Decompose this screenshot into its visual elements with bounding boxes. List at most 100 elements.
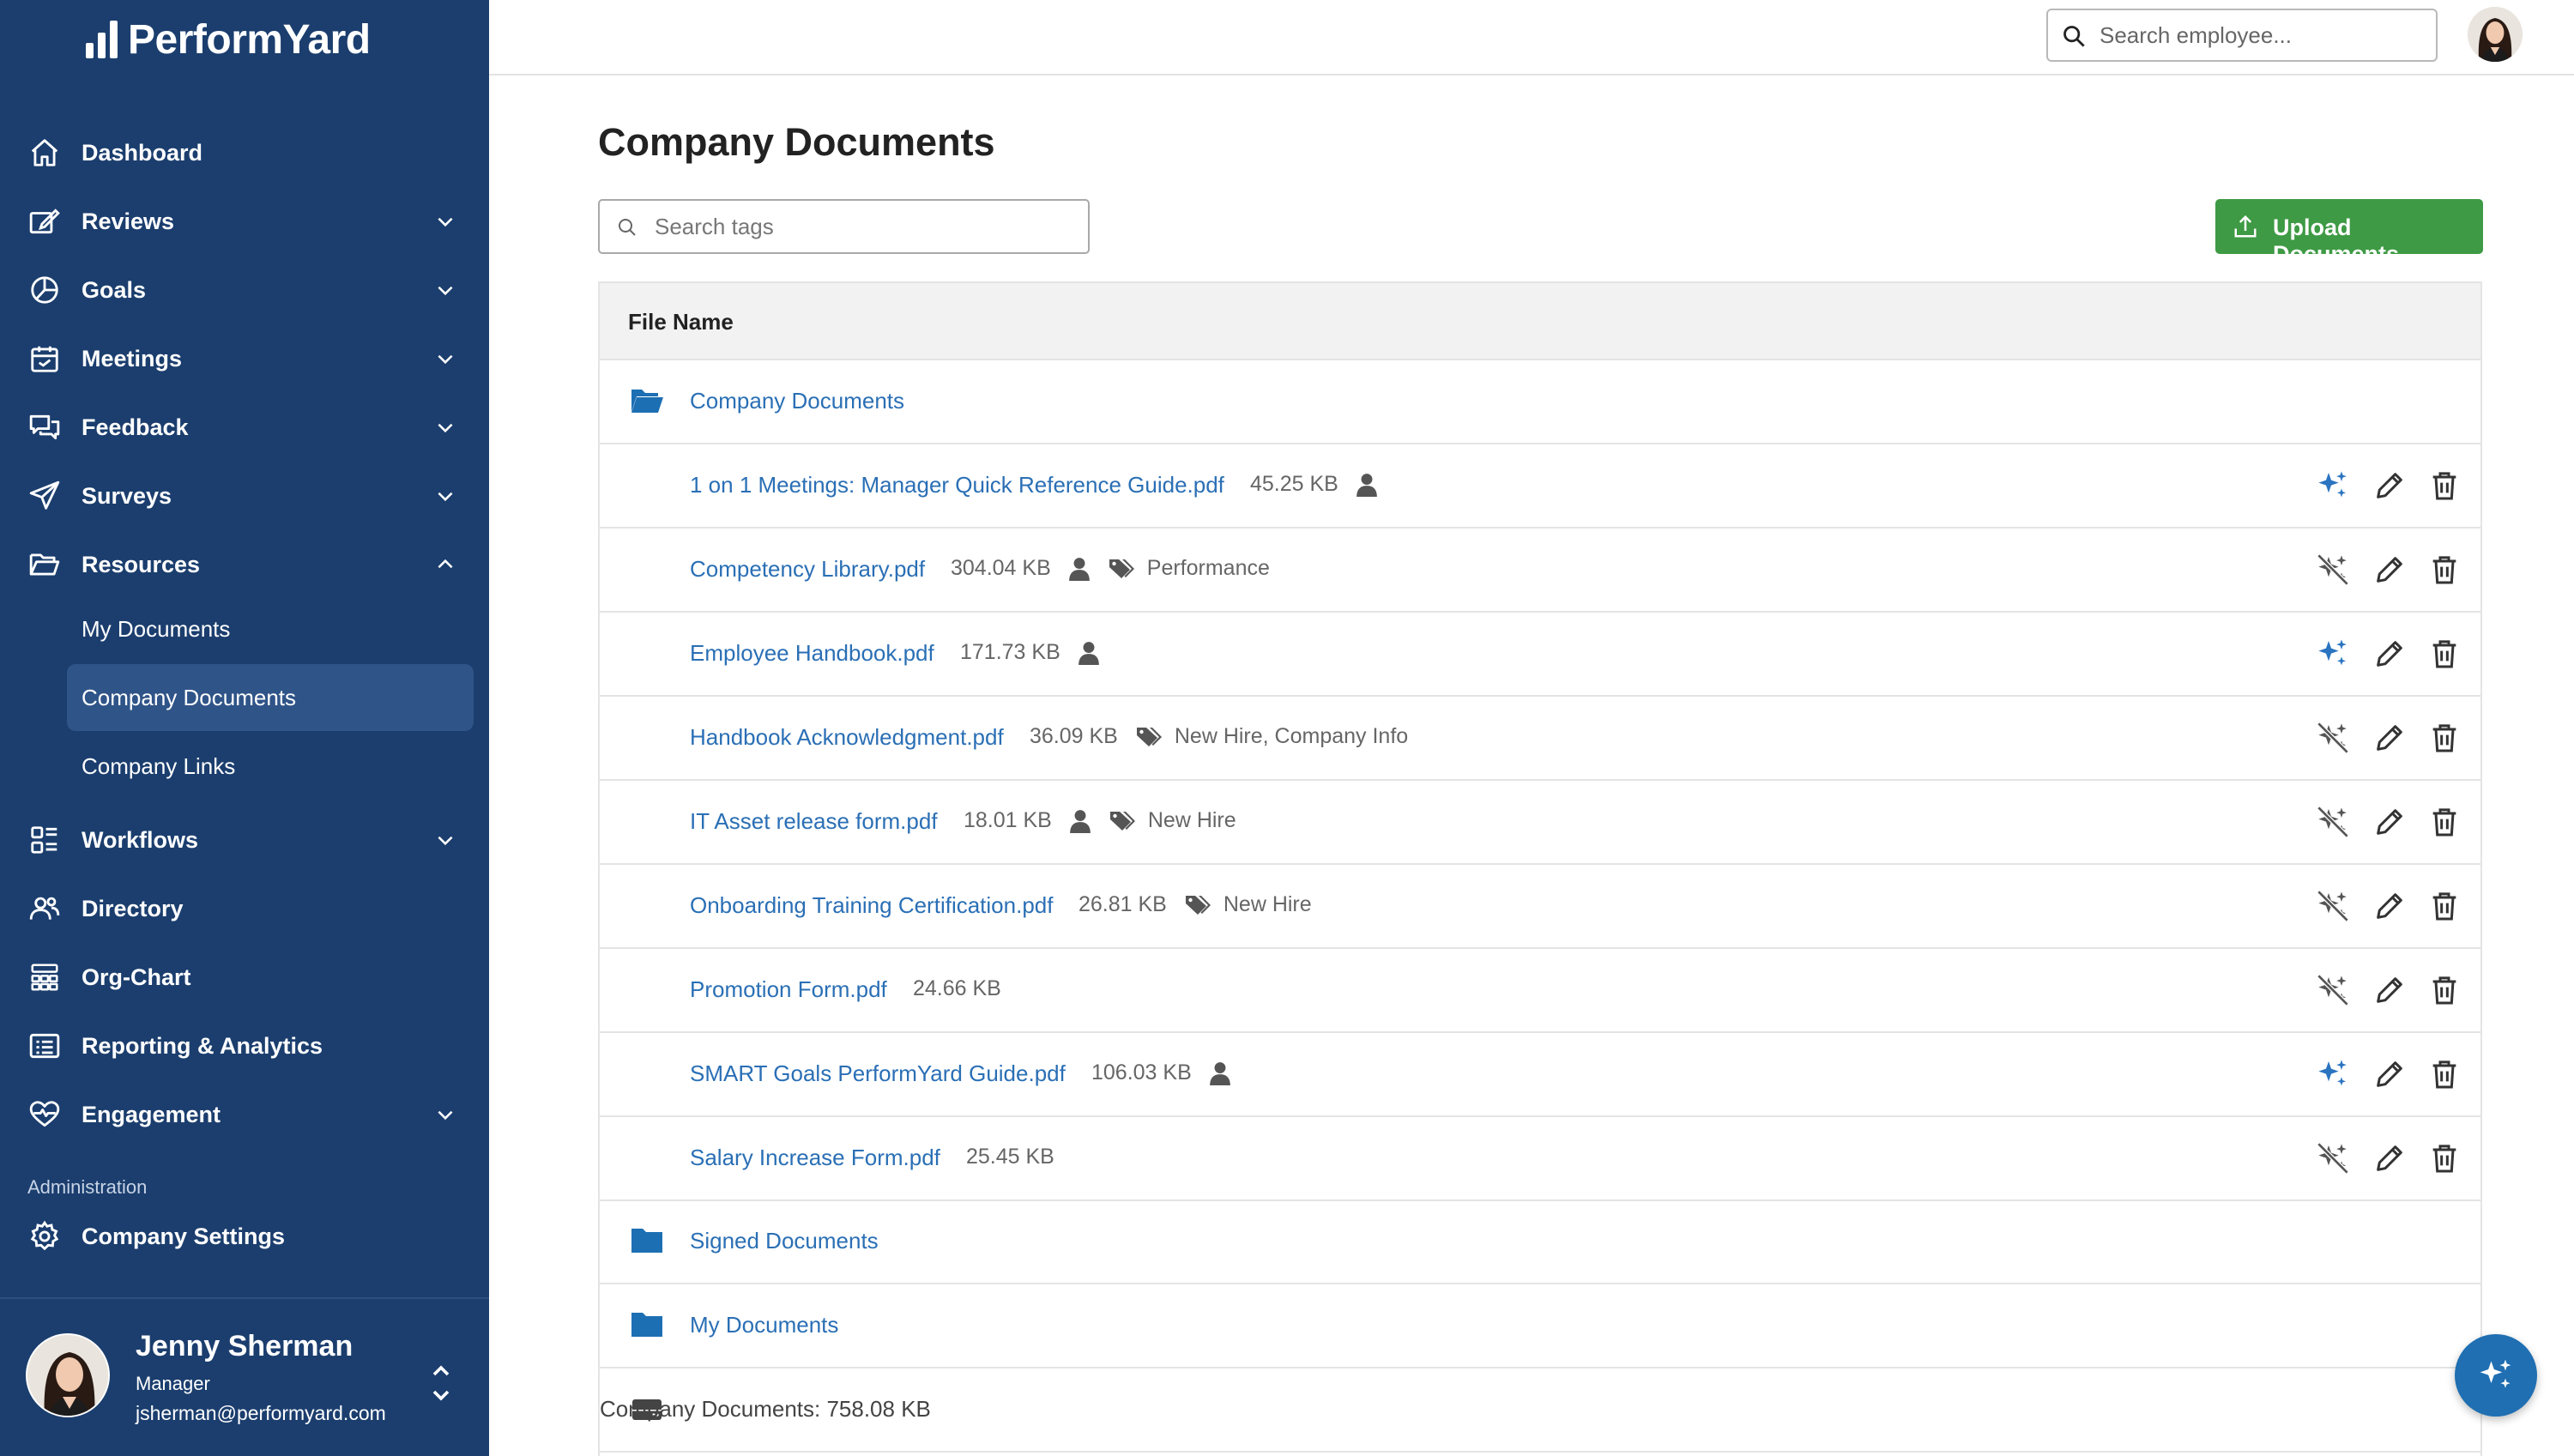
pencil-icon[interactable] <box>2372 889 2407 923</box>
file-name-link[interactable]: Promotion Form.pdf <box>690 976 887 1003</box>
brand-name: PerformYard <box>128 16 371 63</box>
file-name-link[interactable]: 1 on 1 Meetings: Manager Quick Reference… <box>690 472 1224 498</box>
nav-item-goals[interactable]: Goals <box>0 263 489 317</box>
ai-sparkle-icon[interactable] <box>2316 1057 2350 1091</box>
pencil-icon[interactable] <box>2372 1141 2407 1175</box>
trash-icon[interactable] <box>2427 973 2462 1007</box>
trash-icon[interactable] <box>2427 553 2462 587</box>
table-row[interactable]: Onboarding Training Certification.pdf 26.… <box>600 865 2480 949</box>
ai-sparkle-off-icon[interactable] <box>2316 1141 2350 1175</box>
file-name-link[interactable]: Onboarding Training Certification.pdf <box>690 892 1053 919</box>
folder-row-my-documents[interactable]: My Documents <box>600 1284 2480 1368</box>
nav-item-directory[interactable]: Directory <box>0 882 489 935</box>
storage-usage-row: Company Documents: 758.08 KB <box>600 1368 2480 1453</box>
trash-icon[interactable] <box>2427 1057 2462 1091</box>
trash-icon[interactable] <box>2427 468 2462 503</box>
file-name-link[interactable]: Handbook Acknowledgment.pdf <box>690 724 1004 751</box>
ai-sparkle-off-icon[interactable] <box>2316 553 2350 587</box>
chevron-down-icon[interactable] <box>434 279 456 301</box>
edit-square-icon <box>28 205 61 238</box>
avatar[interactable] <box>26 1333 110 1417</box>
employee-search-input[interactable] <box>2100 10 2426 60</box>
avatar[interactable] <box>2468 7 2523 62</box>
pencil-icon[interactable] <box>2372 721 2407 755</box>
nav-item-meetings[interactable]: Meetings <box>0 332 489 385</box>
table-row[interactable]: Handbook Acknowledgment.pdf 36.09 KB New H… <box>600 697 2480 781</box>
ai-sparkle-off-icon[interactable] <box>2316 973 2350 1007</box>
file-tags: New Hire <box>1223 892 1312 916</box>
ai-sparkle-off-icon[interactable] <box>2316 889 2350 923</box>
tag-search[interactable] <box>598 199 1090 254</box>
pencil-icon[interactable] <box>2372 805 2407 839</box>
nav-item-surveys[interactable]: Surveys <box>0 469 489 523</box>
table-row[interactable]: 1 on 1 Meetings: Manager Quick Reference… <box>600 444 2480 529</box>
trash-icon[interactable] <box>2427 721 2462 755</box>
table-row[interactable]: Competency Library.pdf 304.04 KB Performan… <box>600 529 2480 613</box>
ai-sparkle-icon[interactable] <box>2316 468 2350 503</box>
file-name-link[interactable]: Competency Library.pdf <box>690 556 925 583</box>
table-row[interactable]: IT Asset release form.pdf 18.01 KB New Hir… <box>600 781 2480 865</box>
nav-label: Reviews <box>82 208 175 234</box>
row-actions <box>2316 805 2470 839</box>
upload-documents-button[interactable]: Upload Documents <box>2215 199 2483 267</box>
nav-item-org-chart[interactable]: Org-Chart <box>0 951 489 1004</box>
chevron-down-icon[interactable] <box>434 210 456 233</box>
chevron-down-icon[interactable] <box>434 485 456 507</box>
employee-search[interactable] <box>2046 9 2438 62</box>
file-name-column-header[interactable]: File Name <box>628 309 734 335</box>
user-menu-toggle-icon[interactable] <box>429 1359 453 1407</box>
sidebar-item-company-documents[interactable]: Company Documents <box>67 664 474 731</box>
nav-item-engagement[interactable]: Engagement <box>0 1088 489 1141</box>
ai-sparkle-off-icon[interactable] <box>2316 721 2350 755</box>
trash-icon[interactable] <box>2427 1141 2462 1175</box>
nav-item-reporting-analytics[interactable]: Reporting & Analytics <box>0 1019 489 1072</box>
ai-assistant-button[interactable] <box>2455 1334 2537 1417</box>
folder-row-signed-documents[interactable]: Signed Documents <box>600 1200 2480 1284</box>
pencil-icon[interactable] <box>2372 1057 2407 1091</box>
chevron-down-icon[interactable] <box>434 416 456 438</box>
nav-label: Feedback <box>82 414 189 440</box>
sidebar-item-my-documents[interactable]: My Documents <box>67 595 474 662</box>
trash-icon[interactable] <box>2427 805 2462 839</box>
trash-icon[interactable] <box>2427 637 2462 671</box>
chevron-down-icon[interactable] <box>434 347 456 370</box>
tag-search-input[interactable] <box>655 201 1075 252</box>
chevron-down-icon[interactable] <box>434 1103 456 1126</box>
pencil-icon[interactable] <box>2372 468 2407 503</box>
ai-sparkle-icon[interactable] <box>2316 637 2350 671</box>
folder-open-icon <box>28 548 61 581</box>
pencil-icon[interactable] <box>2372 553 2407 587</box>
sidebar: PerformYard Dashboard Reviews Goals Meet… <box>0 0 489 1456</box>
chevron-down-icon[interactable] <box>434 829 456 851</box>
performyard-logo[interactable]: PerformYard <box>86 15 371 63</box>
folder-name[interactable]: Signed Documents <box>690 1228 879 1254</box>
table-row[interactable]: Salary Increase Form.pdf 25.45 KB <box>600 1117 2480 1201</box>
folder-name[interactable]: Company Documents <box>690 388 904 414</box>
pencil-icon[interactable] <box>2372 973 2407 1007</box>
pencil-icon[interactable] <box>2372 637 2407 671</box>
ai-sparkle-off-icon[interactable] <box>2316 805 2350 839</box>
folder-row-company-documents[interactable]: Company Documents <box>600 360 2480 444</box>
table-row[interactable]: Promotion Form.pdf 24.66 KB <box>600 949 2480 1033</box>
folder-name[interactable]: My Documents <box>690 1312 838 1338</box>
nav-item-reviews[interactable]: Reviews <box>0 195 489 248</box>
nav-item-dashboard[interactable]: Dashboard <box>0 126 489 179</box>
file-tags: New Hire <box>1147 808 1236 832</box>
nav-item-feedback[interactable]: Feedback <box>0 401 489 454</box>
nav-label: Company Documents <box>82 684 296 710</box>
file-name-link[interactable]: Employee Handbook.pdf <box>690 640 934 667</box>
nav-item-workflows[interactable]: Workflows <box>0 813 489 867</box>
chevron-up-icon[interactable] <box>434 553 456 576</box>
file-name-link[interactable]: IT Asset release form.pdf <box>690 808 938 835</box>
trash-icon[interactable] <box>2427 889 2462 923</box>
nav-label: Company Settings <box>82 1223 286 1249</box>
file-name-link[interactable]: SMART Goals PerformYard Guide.pdf <box>690 1060 1066 1087</box>
sidebar-item-company-links[interactable]: Company Links <box>67 733 474 800</box>
folder-open-icon <box>630 386 664 415</box>
file-name-link[interactable]: Salary Increase Form.pdf <box>690 1145 940 1171</box>
nav-item-company-settings[interactable]: Company Settings <box>0 1210 489 1263</box>
file-meta: 36.09 KB New Hire, Company Info <box>1030 724 1408 749</box>
table-row[interactable]: Employee Handbook.pdf 171.73 KB <box>600 613 2480 697</box>
nav-item-resources[interactable]: Resources <box>0 538 489 591</box>
table-row[interactable]: SMART Goals PerformYard Guide.pdf 106.03 … <box>600 1033 2480 1117</box>
